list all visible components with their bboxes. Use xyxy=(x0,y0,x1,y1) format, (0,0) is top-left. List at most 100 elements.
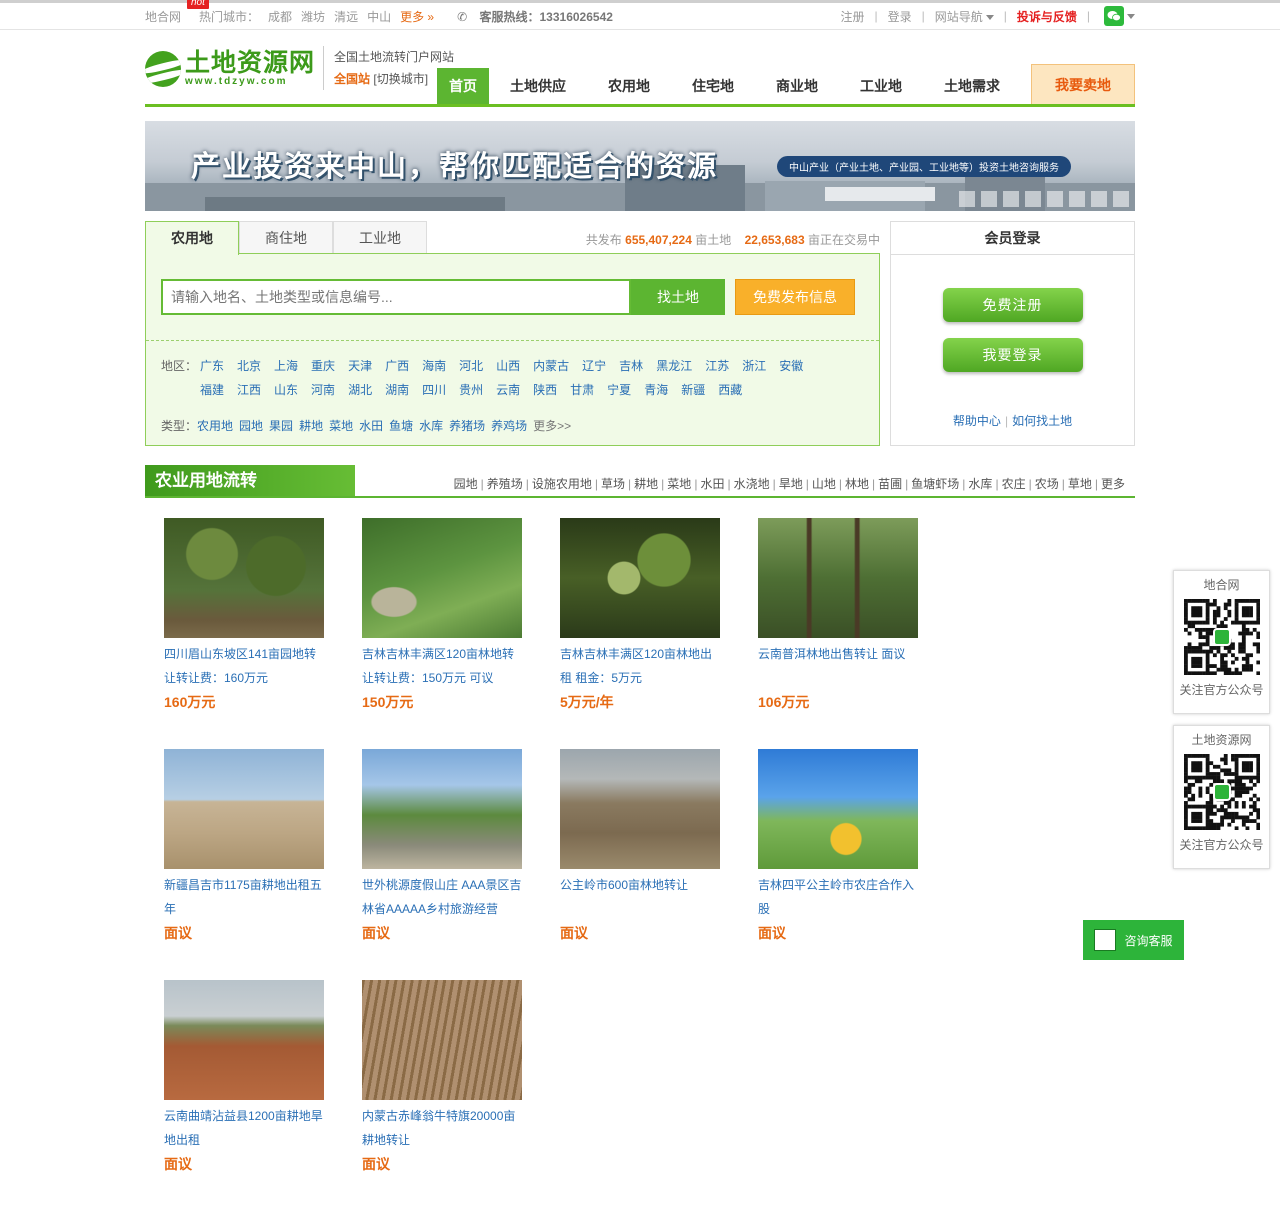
tab-farmland[interactable]: 农用地 xyxy=(145,221,239,255)
listing-card[interactable]: 新疆昌吉市1175亩耕地出租五年 面议 xyxy=(164,749,324,980)
listing-photo[interactable] xyxy=(164,980,324,1100)
category-link[interactable]: 更多 xyxy=(1101,477,1125,491)
listing-photo[interactable] xyxy=(758,518,918,638)
category-link[interactable]: 苗圃 xyxy=(878,477,902,491)
listing-title[interactable]: 吉林四平公主岭市农庄合作入股 xyxy=(758,873,918,921)
region-link[interactable]: 安徽 xyxy=(779,354,803,378)
listing-title[interactable]: 云南普洱林地出售转让 面议 xyxy=(758,642,918,690)
type-link[interactable]: 耕地 xyxy=(299,419,323,433)
complaint-link[interactable]: 投诉与反馈 xyxy=(1017,8,1077,25)
region-link[interactable]: 福建 xyxy=(200,378,224,402)
region-link[interactable]: 江西 xyxy=(237,378,261,402)
region-link[interactable]: 北京 xyxy=(237,354,261,378)
site-nav-menu[interactable]: 网站导航 xyxy=(935,8,994,25)
nav-land-supply[interactable]: 土地供应 xyxy=(489,68,587,104)
category-link[interactable]: 草地 xyxy=(1068,477,1092,491)
listing-title[interactable]: 吉林吉林丰满区120亩林地出租 租金：5万元 xyxy=(560,642,720,690)
region-link[interactable]: 宁夏 xyxy=(607,378,631,402)
types-more-link[interactable]: 更多>> xyxy=(533,419,571,433)
banner-dot[interactable] xyxy=(959,191,975,207)
listing-card[interactable]: 四川眉山东坡区141亩园地转让转让费：160万元 160万元 xyxy=(164,518,324,749)
wechat-menu[interactable] xyxy=(1100,6,1135,26)
type-link[interactable]: 鱼塘 xyxy=(389,419,413,433)
nav-residential[interactable]: 住宅地 xyxy=(671,68,755,104)
category-link[interactable]: 山地 xyxy=(812,477,836,491)
type-link[interactable]: 果园 xyxy=(269,419,293,433)
banner-dot[interactable] xyxy=(981,191,997,207)
category-link[interactable]: 园地 xyxy=(454,477,478,491)
region-link[interactable]: 黑龙江 xyxy=(656,354,692,378)
category-link[interactable]: 水田 xyxy=(700,477,724,491)
region-link[interactable]: 河南 xyxy=(311,378,335,402)
region-link[interactable]: 山西 xyxy=(496,354,520,378)
category-link[interactable]: 旱地 xyxy=(779,477,803,491)
region-link[interactable]: 新疆 xyxy=(681,378,705,402)
nav-farmland[interactable]: 农用地 xyxy=(587,68,671,104)
region-link[interactable]: 海南 xyxy=(422,354,446,378)
listing-title[interactable]: 四川眉山东坡区141亩园地转让转让费：160万元 xyxy=(164,642,324,690)
nav-industrial[interactable]: 工业地 xyxy=(839,68,923,104)
listing-photo[interactable] xyxy=(560,749,720,869)
listing-card[interactable]: 内蒙古赤峰翁牛特旗20000亩耕地转让 面议 xyxy=(362,980,522,1211)
listing-card[interactable]: 吉林吉林丰满区120亩林地转让转让费：150万元 可议 150万元 xyxy=(362,518,522,749)
help-center-link[interactable]: 帮助中心 xyxy=(953,414,1001,428)
category-link[interactable]: 水浇地 xyxy=(734,477,770,491)
find-land-button[interactable]: 找土地 xyxy=(631,279,725,315)
member-login-button[interactable]: 我要登录 xyxy=(942,338,1083,372)
listing-photo[interactable] xyxy=(362,749,522,869)
region-link[interactable]: 青海 xyxy=(644,378,668,402)
listing-card[interactable]: 云南普洱林地出售转让 面议 106万元 xyxy=(758,518,918,749)
banner-dot[interactable] xyxy=(1003,191,1019,207)
region-link[interactable]: 浙江 xyxy=(742,354,766,378)
listing-title[interactable]: 内蒙古赤峰翁牛特旗20000亩耕地转让 xyxy=(362,1104,522,1152)
listing-title[interactable]: 世外桃源度假山庄 AAA景区吉林省AAAAA乡村旅游经营 xyxy=(362,873,522,921)
category-link[interactable]: 鱼塘虾场 xyxy=(911,477,959,491)
category-link[interactable]: 水库 xyxy=(968,477,992,491)
listing-photo[interactable] xyxy=(164,518,324,638)
free-register-button[interactable]: 免费注册 xyxy=(942,288,1083,322)
region-link[interactable]: 天津 xyxy=(348,354,372,378)
listing-title[interactable]: 公主岭市600亩林地转让 xyxy=(560,873,720,921)
banner-dot[interactable] xyxy=(1025,191,1041,207)
category-link[interactable]: 农庄 xyxy=(1002,477,1026,491)
tab-industrial[interactable]: 工业地 xyxy=(333,221,427,254)
tab-commercial-residential[interactable]: 商住地 xyxy=(239,221,333,254)
region-link[interactable]: 河北 xyxy=(459,354,483,378)
type-link[interactable]: 菜地 xyxy=(329,419,353,433)
region-link[interactable]: 云南 xyxy=(496,378,520,402)
category-link[interactable]: 林地 xyxy=(845,477,869,491)
region-link[interactable]: 甘肃 xyxy=(570,378,594,402)
region-link[interactable]: 重庆 xyxy=(311,354,335,378)
more-cities-link[interactable]: 更多 » xyxy=(400,8,434,25)
region-link[interactable]: 山东 xyxy=(274,378,298,402)
sell-land-button[interactable]: 我要卖地 xyxy=(1031,64,1135,104)
city-link-qingyuan[interactable]: 清远 xyxy=(334,8,358,25)
register-link[interactable]: 注册 xyxy=(840,8,864,25)
banner[interactable]: 产业投资来中山，帮你匹配适合的资源 中山产业（产业土地、产业园、工业地等）投资土… xyxy=(145,121,1135,211)
listing-card[interactable]: 吉林吉林丰满区120亩林地出租 租金：5万元 5万元/年 xyxy=(560,518,720,749)
how-to-find-link[interactable]: 如何找土地 xyxy=(1012,414,1072,428)
category-link[interactable]: 耕地 xyxy=(634,477,658,491)
listing-card[interactable]: 吉林四平公主岭市农庄合作入股 面议 xyxy=(758,749,918,980)
region-link[interactable]: 辽宁 xyxy=(582,354,606,378)
listing-title[interactable]: 云南曲靖沾益县1200亩耕地旱地出租 xyxy=(164,1104,324,1152)
nav-home[interactable]: 首页 xyxy=(437,68,489,104)
listing-photo[interactable] xyxy=(758,749,918,869)
logo[interactable]: 土地资源网 www.tdzyw.com xyxy=(145,50,315,87)
banner-dot[interactable] xyxy=(1091,191,1107,207)
switch-city-link[interactable]: [切换城市] xyxy=(373,72,428,86)
region-link[interactable]: 西藏 xyxy=(718,378,742,402)
listing-photo[interactable] xyxy=(560,518,720,638)
search-input[interactable] xyxy=(161,279,631,315)
type-link[interactable]: 农用地 xyxy=(197,419,233,433)
banner-dot[interactable] xyxy=(1069,191,1085,207)
category-link[interactable]: 农场 xyxy=(1035,477,1059,491)
type-link[interactable]: 园地 xyxy=(239,419,263,433)
category-link[interactable]: 设施农用地 xyxy=(532,477,592,491)
listing-photo[interactable] xyxy=(362,980,522,1100)
region-link[interactable]: 湖北 xyxy=(348,378,372,402)
category-link[interactable]: 菜地 xyxy=(667,477,691,491)
city-link-weifang[interactable]: 潍坊 xyxy=(301,8,325,25)
login-link[interactable]: 登录 xyxy=(888,8,912,25)
banner-dot[interactable] xyxy=(1113,191,1129,207)
